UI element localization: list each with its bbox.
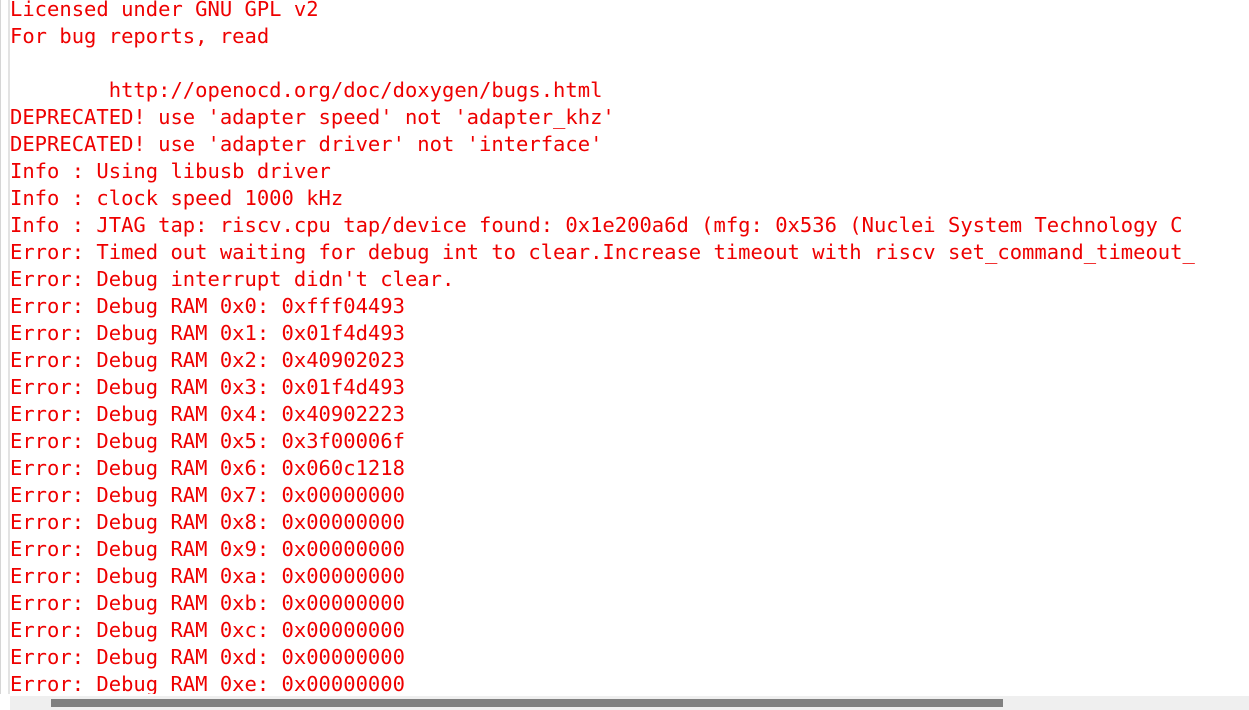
console-log-line: Error: Debug RAM 0x8: 0x00000000 <box>10 510 405 534</box>
console-log-line: Error: Debug RAM 0x0: 0xfff04493 <box>10 294 405 318</box>
console-log-line: Error: Debug RAM 0x7: 0x00000000 <box>10 483 405 507</box>
openocd-console-window: Licensed under GNU GPL v2 For bug reports… <box>0 0 1249 710</box>
console-log-line: Error: Debug RAM 0xa: 0x00000000 <box>10 564 405 588</box>
console-log-line: Error: Debug RAM 0x2: 0x40902023 <box>10 348 405 372</box>
horizontal-scrollbar-track[interactable] <box>10 696 1249 710</box>
console-log-line: Error: Debug RAM 0x5: 0x3f00006f <box>10 429 405 453</box>
console-log-line: Error: Debug RAM 0xd: 0x00000000 <box>10 645 405 669</box>
console-log-line: Info : Using libusb driver <box>10 159 331 183</box>
panel-left-edge <box>0 0 1 694</box>
console-log-line: Info : JTAG tap: riscv.cpu tap/device fo… <box>10 213 1183 237</box>
console-log-line: Error: Timed out waiting for debug int t… <box>10 240 1195 264</box>
horizontal-scrollbar-area <box>0 694 1249 710</box>
console-log-line <box>10 50 1195 77</box>
console-log-line: DEPRECATED! use 'adapter driver' not 'in… <box>10 132 603 156</box>
console-log-line: Error: Debug RAM 0x4: 0x40902223 <box>10 402 405 426</box>
console-log-line: Error: Debug RAM 0x6: 0x060c1218 <box>10 456 405 480</box>
console-log-line: For bug reports, read <box>10 24 270 48</box>
horizontal-scrollbar-thumb[interactable] <box>51 699 1003 707</box>
console-log-line: Error: Debug RAM 0xb: 0x00000000 <box>10 591 405 615</box>
console-log-lines: Licensed under GNU GPL v2 For bug reports… <box>10 0 1195 694</box>
panel-bottom-left-edge <box>0 694 1 710</box>
console-log-line: Info : clock speed 1000 kHz <box>10 186 344 210</box>
console-log-viewport[interactable]: Licensed under GNU GPL v2 For bug reports… <box>10 0 1249 694</box>
console-log-line: http://openocd.org/doc/doxygen/bugs.html <box>10 78 603 102</box>
console-log-line: Error: Debug RAM 0x1: 0x01f4d493 <box>10 321 405 345</box>
console-log-line: Error: Debug RAM 0xc: 0x00000000 <box>10 618 405 642</box>
console-log-line: Error: Debug RAM 0x3: 0x01f4d493 <box>10 375 405 399</box>
console-log-line: Error: Debug RAM 0xe: 0x00000000 <box>10 672 405 694</box>
console-log-line: DEPRECATED! use 'adapter speed' not 'ada… <box>10 105 615 129</box>
console-log-line: Error: Debug interrupt didn't clear. <box>10 267 455 291</box>
console-log-line: Error: Debug RAM 0x9: 0x00000000 <box>10 537 405 561</box>
console-log-line: Licensed under GNU GPL v2 <box>10 0 319 21</box>
